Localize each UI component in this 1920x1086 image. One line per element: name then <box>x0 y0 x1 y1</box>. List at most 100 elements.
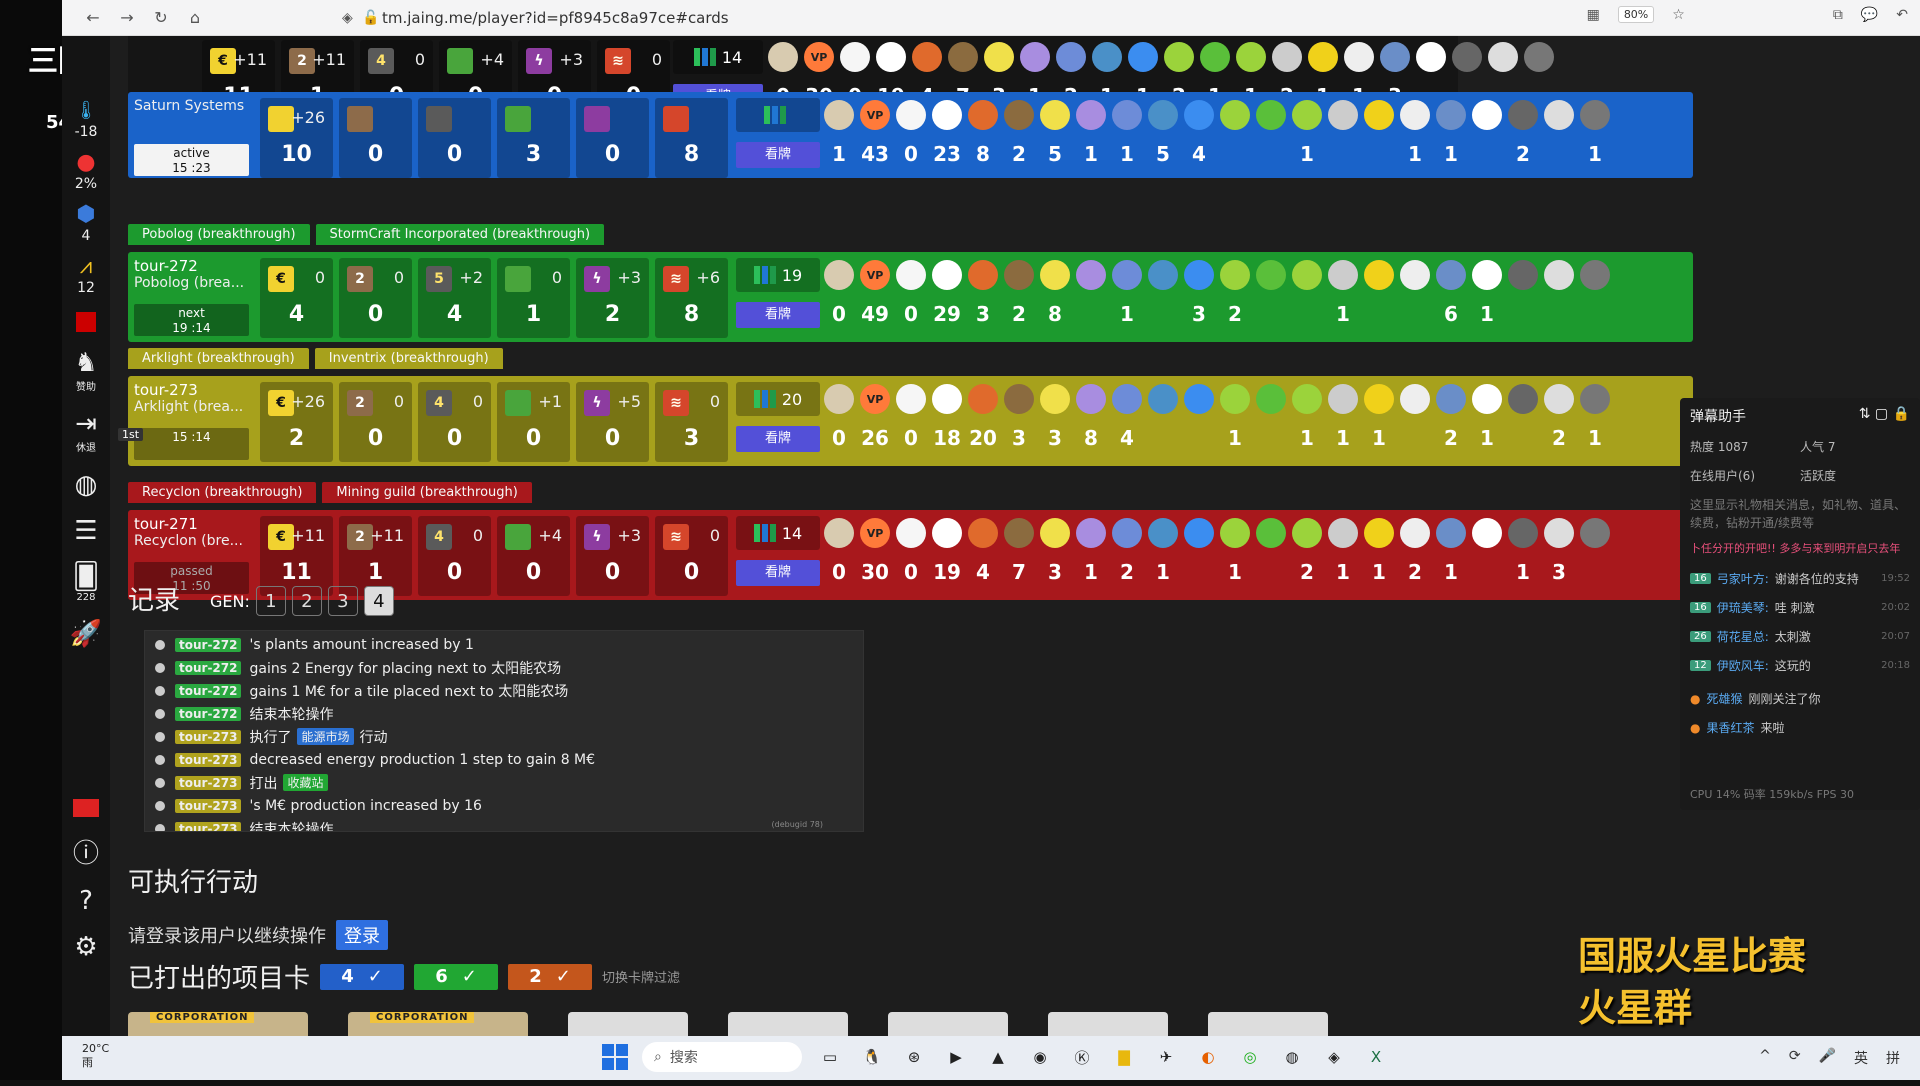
played-title: 已打出的项目卡 <box>128 964 311 994</box>
player-name[interactable]: tour-271 Recyclon (bre... <box>134 516 254 550</box>
help-icon[interactable]: ? <box>79 886 93 916</box>
gen-button-1[interactable]: 1 <box>255 586 286 616</box>
danmu-user[interactable]: 弓家叶方: <box>1717 570 1769 587</box>
corporation-tab[interactable]: Pobolog (breakthrough) <box>128 224 310 245</box>
tour-273-tag-icon <box>896 384 926 414</box>
corporation-tab[interactable]: Inventrix (breakthrough) <box>314 348 503 369</box>
corporation-tab[interactable]: Mining guild (breakthrough) <box>322 482 532 503</box>
corporation-tab[interactable]: StormCraft Incorporated (breakthrough) <box>315 224 605 245</box>
danmu-online[interactable]: 在线用户(6) <box>1690 467 1800 484</box>
danmu-user[interactable]: 荷花星总: <box>1717 628 1769 645</box>
project-card[interactable] <box>728 1012 848 1036</box>
ime-lang[interactable]: 英 <box>1854 1048 1868 1068</box>
file-explorer-icon[interactable]: ▇ <box>1110 1043 1138 1071</box>
tour-273-tag-icon <box>1364 384 1394 414</box>
log-card-chip[interactable]: 能源市场 <box>297 728 354 745</box>
qq-icon[interactable]: 🐧 <box>858 1043 886 1071</box>
log-player-tag: tour-272 <box>175 683 242 698</box>
tray-chevron-icon[interactable]: ^ <box>1759 1048 1771 1068</box>
view-cards-button[interactable]: 看牌 <box>736 142 820 168</box>
wechat-icon[interactable]: ◎ <box>1236 1043 1264 1071</box>
timer-state: passed <box>170 564 213 578</box>
china-flag-icon[interactable] <box>73 799 99 817</box>
taskbar-search[interactable]: ⌕ 搜索 <box>642 1042 802 1072</box>
danmu-settings-icon[interactable]: ⇅ ▢ 🔒 <box>1859 406 1910 426</box>
gen-button-2[interactable]: 2 <box>291 586 322 616</box>
gen-button-3[interactable]: 3 <box>327 586 358 616</box>
home-icon[interactable]: ⌂ <box>178 1 212 35</box>
danmu-user[interactable]: 伊琉美琴: <box>1717 599 1769 616</box>
cards-button[interactable]: 🂠 228 <box>73 562 100 603</box>
danmu-active[interactable]: 活跃度 <box>1800 467 1910 484</box>
feishu-icon[interactable]: ✈ <box>1152 1043 1180 1071</box>
rocket-icon[interactable]: 🚀 <box>70 619 102 649</box>
player-name[interactable]: tour-273 Arklight (brea... <box>134 382 254 416</box>
red-card-filter[interactable]: 2 ✓ <box>508 963 593 990</box>
obs-icon[interactable]: ◉ <box>1026 1043 1054 1071</box>
saturn-tag-icon: VP <box>860 100 890 130</box>
megacredits-production: +26 <box>291 392 325 411</box>
log-card-chip[interactable]: 收藏站 <box>283 774 328 791</box>
microphone-icon[interactable]: 🎤 <box>1819 1048 1836 1068</box>
project-card[interactable] <box>1048 1012 1168 1036</box>
log-box[interactable]: tour-272's plants amount increased by 1t… <box>144 630 864 832</box>
info-icon[interactable]: ⓘ <box>73 833 99 870</box>
crop-icon[interactable]: ⧉ <box>1833 7 1843 23</box>
app-icon[interactable]: ◈ <box>1320 1043 1348 1071</box>
forward-icon[interactable]: → <box>110 1 144 35</box>
filter-toggle[interactable]: 切换卡牌过滤 <box>602 967 680 986</box>
ime-mode[interactable]: 拼 <box>1886 1048 1900 1068</box>
reload-icon[interactable]: ↻ <box>144 1 178 35</box>
player-name[interactable]: tour-272 Pobolog (brea... <box>134 258 254 292</box>
green-card-filter[interactable]: 6 ✓ <box>414 963 499 990</box>
view-cards-button[interactable]: 看牌 <box>736 302 820 328</box>
project-card[interactable] <box>1208 1012 1328 1036</box>
task-view-icon[interactable]: ▭ <box>816 1043 844 1071</box>
globe-icon[interactable]: ◍ <box>75 470 98 500</box>
media-player-icon[interactable]: ▶ <box>942 1043 970 1071</box>
project-card[interactable] <box>568 1012 688 1036</box>
photos-icon[interactable]: ▲ <box>984 1043 1012 1071</box>
danmu-user[interactable]: 伊欧风车: <box>1717 657 1769 674</box>
steel-production: 0 <box>393 392 404 411</box>
excel-icon[interactable]: X <box>1362 1043 1390 1071</box>
corporation-tab[interactable]: Recyclon (breakthrough) <box>128 482 317 503</box>
player-name[interactable]: Saturn Systems <box>134 98 254 115</box>
list-icon[interactable]: ☰ <box>74 516 97 546</box>
weather-widget[interactable]: 20°C 雨 <box>82 1042 109 1070</box>
game-icon[interactable]: ◍ <box>1278 1043 1306 1071</box>
firefox-icon[interactable]: ◐ <box>1194 1043 1222 1071</box>
leave-button[interactable]: ⇥ 休退 <box>75 409 97 454</box>
follow-user[interactable]: 死雄猴 <box>1706 690 1742 707</box>
qr-icon[interactable]: ▦ <box>1587 7 1600 23</box>
bookmark-star-icon[interactable]: ☆ <box>1672 7 1685 23</box>
saturn-tag-count: 1 <box>1444 142 1458 166</box>
settings-gear-icon[interactable]: ⚙ <box>74 932 97 962</box>
played-cards-header: 已打出的项目卡 4 ✓ 6 ✓ 2 ✓ 切换卡牌过滤 <box>128 958 680 995</box>
undo-icon[interactable]: ↶ <box>1896 7 1908 23</box>
corporation-card[interactable]: CORPORATION <box>128 1012 308 1036</box>
tray-sync-icon[interactable]: ⟳ <box>1789 1048 1801 1068</box>
login-button[interactable]: 登录 <box>336 920 388 950</box>
view-cards-button[interactable]: 看牌 <box>736 426 820 452</box>
sponsor-button[interactable]: ♞ 赞助 <box>74 348 97 393</box>
steam-icon[interactable]: ⊛ <box>900 1043 928 1071</box>
blue-card-filter[interactable]: 4 ✓ <box>320 963 405 990</box>
gen-button-4[interactable]: 4 <box>363 586 394 616</box>
saturn-tag-icon <box>1292 100 1322 130</box>
search-label: 搜索 <box>669 1050 698 1066</box>
address-bar[interactable]: ◈ 🔓 tm.jaing.me/player?id=pf8945c8a97ce#… <box>342 5 1542 31</box>
kuwo-icon[interactable]: Ⓚ <box>1068 1043 1096 1071</box>
zoom-level[interactable]: 80% <box>1617 6 1655 23</box>
tour-272-tag-count: 2 <box>1228 302 1242 326</box>
back-icon[interactable]: ← <box>76 1 110 35</box>
project-card[interactable] <box>888 1012 1008 1036</box>
view-cards-button[interactable]: 看牌 <box>736 560 820 586</box>
corporation-card[interactable]: CORPORATION <box>348 1012 528 1036</box>
follow-user[interactable]: 果香红茶 <box>1706 719 1754 736</box>
red-square-icon[interactable] <box>76 312 96 332</box>
chat-icon[interactable]: 💬 <box>1861 7 1878 23</box>
megacredits-icon: € <box>268 524 294 550</box>
windows-start-icon[interactable] <box>602 1044 628 1070</box>
corporation-tab[interactable]: Arklight (breakthrough) <box>128 348 309 369</box>
